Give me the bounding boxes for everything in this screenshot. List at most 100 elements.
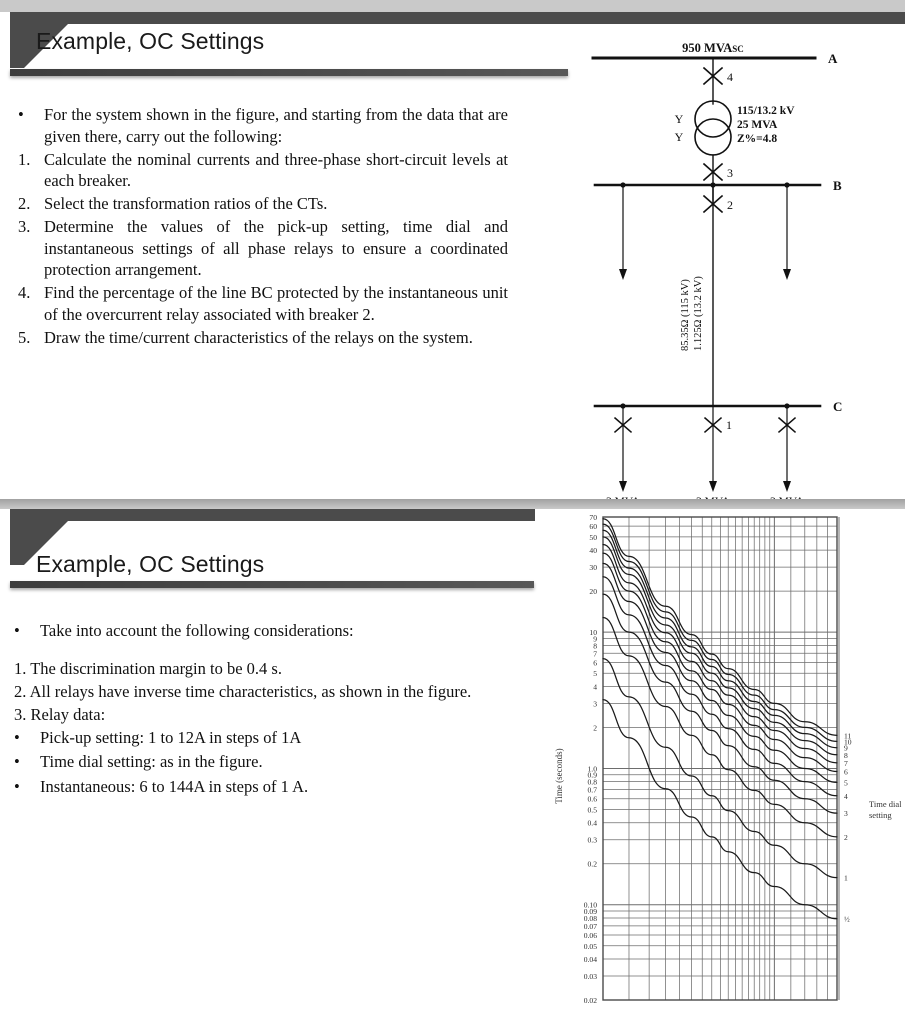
load-label-left: 3 MVA — [606, 496, 641, 499]
chart-legend-label-dial-1: 1 — [844, 874, 848, 883]
chart-y-tick-label: 30 — [589, 563, 597, 572]
slide-1-body: • For the system shown in the figure, an… — [18, 104, 508, 349]
chart-legend-label-dial-6: 6 — [844, 767, 848, 776]
chart-y-tick-label: 70 — [589, 513, 597, 522]
list-item: 3. Determine the values of the pick-up s… — [18, 216, 508, 281]
chart-y-tick-label: 3 — [593, 699, 597, 708]
bullet-marker: • — [14, 776, 20, 796]
chart-y-tick-label: 0.02 — [584, 996, 597, 1005]
slide-2: Example, OC Settings • Take into account… — [0, 509, 905, 1024]
chart-legend-label-dial-5: 5 — [844, 778, 848, 787]
bullet-text: Select the transformation ratios of the … — [44, 194, 328, 214]
breaker-1-label: 1 — [726, 418, 732, 432]
transformer-impedance-label: Z%=4.8 — [737, 133, 777, 145]
chart-y-axis-label: Time (seconds) — [554, 748, 564, 803]
slide-2-title-underline — [10, 581, 534, 588]
one-line-diagram: 950 MVASC A B C 4 3 2 1 Y Y 115/13.2 kV … — [565, 26, 905, 499]
chart-legend-label-dial-7: 7 — [844, 759, 848, 768]
chart-legend-label-dial-½: ½ — [844, 915, 850, 924]
bullet-text: Pick-up setting: 1 to 12A in steps of 1A — [40, 728, 302, 748]
bullet-text: Determine the values of the pick-up sett… — [44, 216, 508, 280]
source-mva-value: 950 MVA — [682, 41, 732, 55]
breaker-3-label: 3 — [727, 166, 733, 180]
list-item: 2. Select the transformation ratios of t… — [18, 193, 508, 215]
transformer-rating-label: 25 MVA — [737, 119, 778, 131]
list-item: • Take into account the following consid… — [14, 619, 514, 642]
bullet-text: Find the percentage of the line BC prote… — [44, 283, 508, 324]
slide-1-drop-shadow — [0, 499, 905, 509]
chart-y-tick-label: 7 — [593, 649, 597, 658]
chart-y-tick-label: 50 — [589, 533, 597, 542]
chart-legend-title-line-2: setting — [869, 810, 892, 820]
bullet-marker: 4. — [18, 283, 31, 303]
transformer-winding-bottom-label: Y — [675, 130, 684, 144]
list-item: 4. Find the percentage of the line BC pr… — [18, 282, 508, 326]
load-label-center: 3 MVA — [696, 496, 731, 499]
slide-1-title-underline — [10, 69, 568, 76]
transformer-winding-top-label: Y — [675, 112, 684, 126]
bullet-marker: 2. — [18, 194, 31, 214]
chart-y-tick-label: 40 — [589, 546, 597, 555]
bus-c-label: C — [833, 399, 842, 414]
bullet-text: Calculate the nominal currents and three… — [44, 149, 508, 191]
bullet-marker: • — [14, 728, 20, 748]
chart-y-tick-label: 60 — [589, 522, 597, 531]
time-current-characteristic-chart: 70 60 50 40 30 20 10 9 8 7 6 5 4 3 2 1.0 0.9 0.8 0.7 0.6 0.5… — [540, 509, 905, 1024]
bus-a-label: A — [828, 51, 838, 66]
numbered-item: 1. The discrimination margin to be 0.4 s… — [14, 659, 282, 679]
chart-y-tick-label: 6 — [593, 658, 597, 667]
list-item: • Instantaneous: 6 to 144A in steps of 1… — [14, 775, 514, 798]
bullet-text: Take into account the following consider… — [40, 621, 354, 640]
list-item: • Pick-up setting: 1 to 12A in steps of … — [14, 726, 514, 749]
chart-y-tick-label: 5 — [593, 669, 597, 678]
bus-b-right-load-arrow — [783, 269, 791, 280]
bullet-marker: • — [14, 621, 20, 640]
bullet-marker: 5. — [18, 327, 31, 347]
chart-y-tick-label: 0.04 — [584, 955, 597, 964]
chart-y-tick-label: 0.06 — [584, 931, 597, 940]
chart-legend-label-dial-4: 4 — [844, 792, 848, 801]
slide-2-body: • Take into account the following consid… — [14, 609, 514, 799]
chart-legend-title-line-1: Time dial — [869, 799, 902, 809]
bullet-marker: 1. — [18, 149, 31, 169]
line-impedance-hv-label: 85.35Ω (115 kV) — [680, 279, 691, 351]
bullet-marker: 3. — [18, 216, 31, 236]
slide-2-title: Example, OC Settings — [36, 551, 265, 577]
bullet-text: Instantaneous: 6 to 144A in steps of 1 A… — [40, 776, 309, 796]
presentation-page: Example, OC Settings • For the system sh… — [0, 0, 905, 1024]
chart-y-tick-label: 0.6 — [588, 795, 598, 804]
bullet-marker: • — [14, 752, 20, 772]
chart-y-tick-label: 0.03 — [584, 972, 597, 981]
breaker-2-label: 2 — [727, 198, 733, 212]
chart-y-tick-label: 0.05 — [584, 942, 597, 951]
source-mva-subscript: SC — [732, 44, 744, 54]
chart-legend-label-dial-3: 3 — [844, 809, 848, 818]
list-item: 1. Calculate the nominal currents and th… — [18, 149, 508, 193]
numbered-item: 2. All relays have inverse time characte… — [14, 682, 472, 702]
chart-y-tick-label: 2 — [593, 723, 597, 732]
source-mva-label: 950 MVASC — [682, 41, 744, 55]
slide-1: Example, OC Settings • For the system sh… — [0, 12, 905, 499]
bus-b-left-load-arrow — [619, 269, 627, 280]
chart-y-tick-label: 0.7 — [588, 786, 598, 795]
numbered-item: 3. Relay data: — [14, 705, 106, 725]
chart-y-tick-label: 20 — [589, 587, 597, 596]
chart-y-tick-label: 0.07 — [584, 922, 597, 931]
bus-c-left-load-arrow — [619, 481, 627, 492]
bullet-text: Draw the time/current characteristics of… — [44, 327, 473, 347]
chart-y-tick-label: 0.5 — [588, 805, 598, 814]
slide-1-title: Example, OC Settings — [36, 28, 265, 54]
breaker-4-label: 4 — [727, 70, 733, 84]
bus-c-right-load-arrow — [783, 481, 791, 492]
bus-c-center-load-arrow — [709, 481, 717, 492]
chart-y-tick-label: 0.2 — [588, 860, 598, 869]
load-label-right: 3 MVA — [770, 496, 805, 499]
chart-y-tick-label: 4 — [593, 682, 597, 691]
chart-y-tick-label: 0.4 — [588, 819, 598, 828]
bullet-marker: • — [18, 105, 24, 124]
transformer-ratio-label: 115/13.2 kV — [737, 105, 795, 117]
line-impedance-lv-label: 1.125Ω (13.2 kV) — [693, 276, 704, 351]
list-item: • For the system shown in the figure, an… — [18, 104, 508, 148]
chart-legend-label-dial-2: 2 — [844, 833, 848, 842]
